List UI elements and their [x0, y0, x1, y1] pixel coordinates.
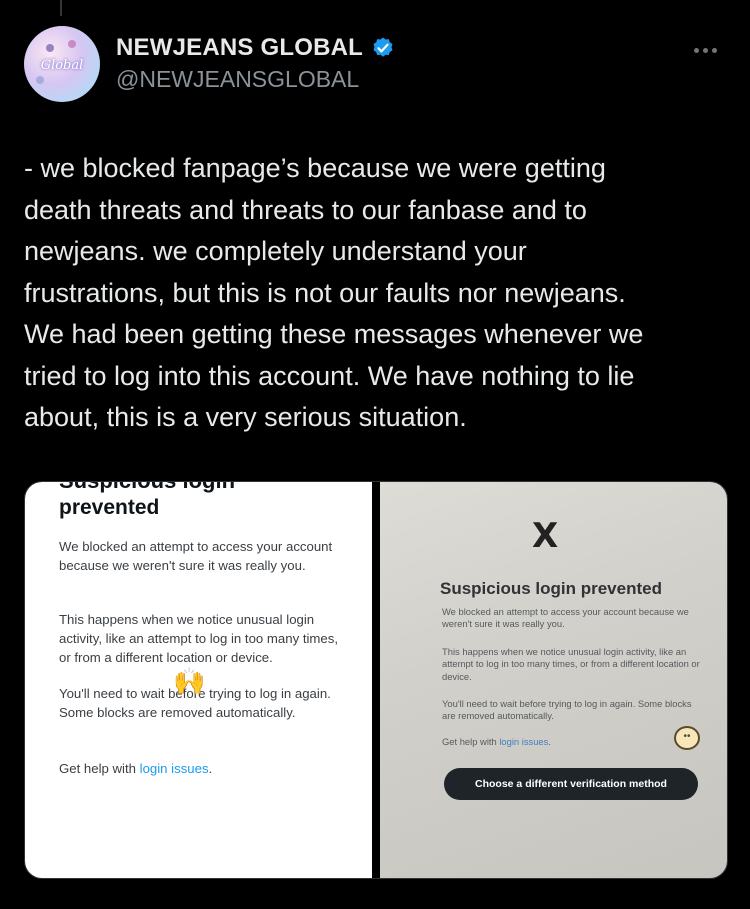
- more-options-icon[interactable]: [694, 44, 722, 56]
- help-line: Get help with login issues.: [442, 736, 702, 748]
- login-issues-link[interactable]: login issues: [499, 736, 548, 747]
- raised-hands-icon: 🙌: [173, 666, 206, 696]
- choose-verification-method-button[interactable]: Choose a different verification method: [444, 768, 698, 800]
- help-prefix: Get help with: [442, 736, 500, 747]
- cut-off-title: Suspicious login: [59, 482, 235, 494]
- display-name[interactable]: NEWJEANS GLOBAL: [116, 34, 363, 62]
- x-logo-icon: X: [532, 516, 559, 556]
- help-line: Get help with login issues.: [59, 759, 349, 778]
- login-prevented-title: Suspicious login prevented: [440, 579, 662, 598]
- login-issues-link[interactable]: login issues: [140, 761, 209, 776]
- screenshot-right[interactable]: X Suspicious login prevented We blocked …: [380, 482, 727, 878]
- media-divider: [372, 482, 380, 878]
- avatar[interactable]: Global: [24, 26, 100, 102]
- avatar-decoration: [46, 44, 54, 52]
- avatar-decoration: [36, 76, 44, 84]
- blocked-paragraph: We blocked an attempt to access your acc…: [59, 539, 333, 573]
- thread-connector-line: [60, 0, 62, 16]
- unusual-activity-paragraph: This happens when we notice unusual logi…: [59, 612, 339, 665]
- help-suffix: .: [548, 736, 551, 747]
- screenshot-left[interactable]: Suspicious login prevented We blocked an…: [25, 482, 372, 878]
- blocked-paragraph: We blocked an attempt to access your acc…: [442, 606, 689, 630]
- tweet-text: - we blocked fanpage’s because we were g…: [24, 153, 644, 432]
- tweet-header: NEWJEANS GLOBAL @NEWJEANSGLOBAL: [116, 34, 395, 93]
- wait-paragraph: You'll need to wait before trying to log…: [442, 698, 692, 722]
- verified-badge-icon: [373, 37, 393, 57]
- sticker-icon: ••: [674, 726, 700, 750]
- unusual-activity-paragraph: This happens when we notice unusual logi…: [442, 646, 700, 682]
- avatar-text: Global: [40, 58, 84, 73]
- media-attachment[interactable]: Suspicious login prevented We blocked an…: [24, 481, 728, 879]
- help-prefix: Get help with: [59, 761, 140, 776]
- help-suffix: .: [208, 761, 213, 776]
- avatar-decoration: [68, 40, 76, 48]
- login-prevented-title: prevented: [59, 496, 160, 519]
- handle[interactable]: @NEWJEANSGLOBAL: [116, 66, 395, 93]
